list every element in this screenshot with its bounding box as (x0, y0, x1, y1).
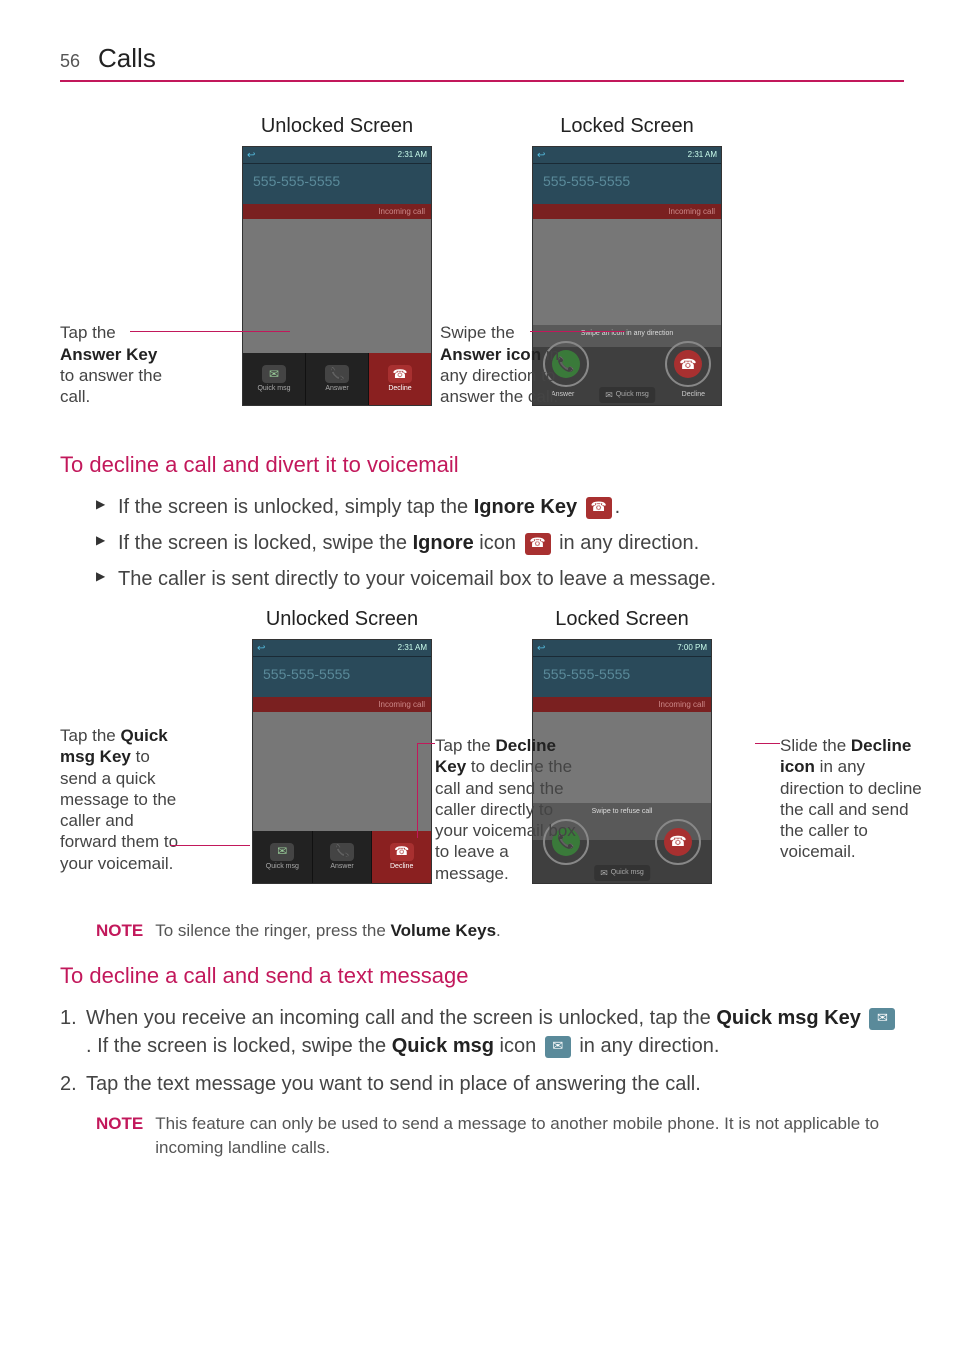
decline-button[interactable]: ☎Decline (369, 353, 431, 405)
decline-button[interactable]: ☎Decline (372, 831, 431, 883)
answer-button[interactable]: 📞Answer (306, 353, 369, 405)
hangup-icon: ☎ (664, 828, 692, 856)
hangup-icon: ☎ (390, 843, 414, 861)
note-label: NOTE (96, 1112, 143, 1160)
quick-msg-badge-label: Quick msg (616, 390, 649, 400)
hangup-icon (586, 497, 612, 519)
quick-msg-label: Quick msg (266, 862, 299, 872)
callout-line (170, 845, 250, 846)
callout-line (417, 743, 435, 744)
avatar (243, 219, 431, 359)
heading-decline-text: To decline a call and send a text messag… (60, 961, 904, 992)
caller-number: 555-555-5555 (253, 656, 431, 697)
msg-icon: ✉ (270, 843, 294, 861)
decline-ring-label: Decline (682, 390, 705, 400)
page-header: 56 Calls (60, 40, 904, 82)
bullet-3: The caller is sent directly to your voic… (96, 565, 904, 593)
status-time: 2:31 AM (398, 642, 427, 654)
note-text: This feature can only be used to send a … (155, 1112, 904, 1160)
incoming-label: Incoming call (253, 697, 431, 712)
fig1-right-title: Locked Screen (560, 112, 693, 140)
bullet-1: If the screen is unlocked, simply tap th… (96, 493, 904, 521)
decline-label: Decline (390, 862, 413, 872)
fig2-right-title: Locked Screen (555, 605, 688, 633)
bullet-2: If the screen is locked, swipe the Ignor… (96, 529, 904, 557)
hangup-icon: ☎ (674, 350, 702, 378)
incoming-label: Incoming call (243, 204, 431, 219)
callout-answer-icon: Swipe the Answer icon in any direction t… (440, 322, 590, 407)
phone-unlocked: ↩2:31 AM 555-555-5555 Incoming call ✉Qui… (252, 639, 432, 884)
callout-decline-key: Tap the Decline Key to decline the call … (435, 735, 585, 884)
callout-slide-decline: Slide the Decline icon in any direction … (780, 735, 930, 863)
fig1-left-title: Unlocked Screen (261, 112, 413, 140)
quick-msg-button[interactable]: ✉Quick msg (243, 353, 306, 405)
avatar (253, 712, 431, 840)
decline-bullets: If the screen is unlocked, simply tap th… (60, 493, 904, 593)
decline-label: Decline (388, 384, 411, 394)
answer-button[interactable]: 📞Answer (313, 831, 373, 883)
caller-number: 555-555-5555 (533, 656, 711, 697)
quick-msg-button[interactable]: ✉Quick msg (253, 831, 313, 883)
quick-msg-badge[interactable]: Quick msg (599, 387, 655, 404)
incoming-label: Incoming call (533, 697, 711, 712)
status-time: 2:31 AM (398, 149, 427, 161)
decline-ring[interactable]: ☎ (665, 341, 711, 387)
incoming-label: Incoming call (533, 204, 721, 219)
page-title: Calls (98, 40, 156, 76)
caller-number: 555-555-5555 (243, 163, 431, 204)
step-2: 2.Tap the text message you want to send … (60, 1070, 904, 1098)
callout-quick-msg: Tap the Quick msg Key to send a quick me… (60, 725, 190, 874)
msg-icon (545, 1036, 571, 1058)
phone-icon: 📞 (325, 365, 349, 383)
decline-ring[interactable]: ☎ (655, 819, 701, 865)
heading-decline-voicemail: To decline a call and divert it to voice… (60, 450, 904, 481)
hangup-icon (525, 533, 551, 555)
figure-decline: Unlocked Screen ↩2:31 AM 555-555-5555 In… (60, 605, 904, 905)
note-label: NOTE (96, 919, 143, 943)
page-number: 56 (60, 49, 80, 74)
status-time: 2:31 AM (688, 149, 717, 161)
call-button-row: ✉Quick msg 📞Answer ☎Decline (243, 353, 431, 405)
msg-icon (869, 1008, 895, 1030)
phone-icon: 📞 (330, 843, 354, 861)
quick-msg-badge[interactable]: Quick msg (594, 865, 650, 882)
note-silence: NOTE To silence the ringer, press the Vo… (60, 919, 904, 943)
callout-line (530, 331, 625, 332)
hangup-icon: ☎ (388, 365, 412, 383)
callout-line (755, 743, 780, 744)
msg-icon: ✉ (262, 365, 286, 383)
fig2-left-title: Unlocked Screen (266, 605, 418, 633)
callout-line (130, 331, 290, 332)
callout-answer-key: Tap the Answer Key to answer the call. (60, 322, 190, 407)
phone-unlocked: ↩2:31 AM 555-555-5555 Incoming call ✉Qui… (242, 146, 432, 406)
caller-number: 555-555-5555 (533, 163, 721, 204)
quick-msg-label: Quick msg (257, 384, 290, 394)
step-1: 1.When you receive an incoming call and … (60, 1004, 904, 1060)
answer-label: Answer (325, 384, 348, 394)
figure-answer: Unlocked Screen ↩2:31 AM 555-555-5555 In… (60, 112, 904, 432)
callout-line (417, 743, 418, 838)
note-mobile-only: NOTE This feature can only be used to se… (60, 1112, 904, 1160)
call-button-row: ✉Quick msg 📞Answer ☎Decline (253, 831, 431, 883)
answer-label: Answer (330, 862, 353, 872)
